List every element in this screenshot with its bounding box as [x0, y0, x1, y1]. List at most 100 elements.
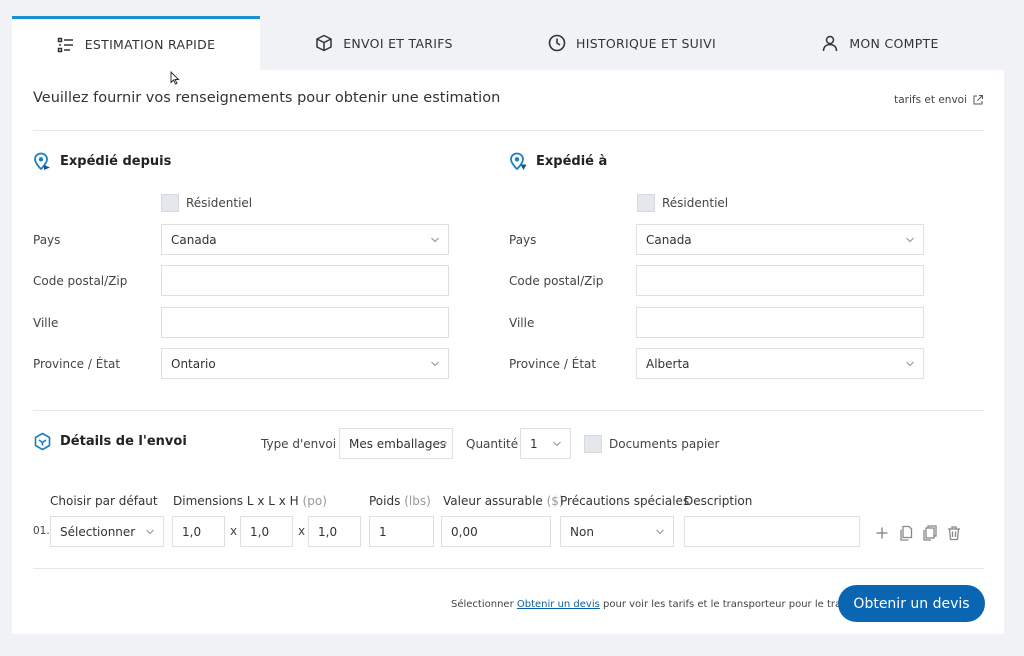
to-postal-field[interactable]: [636, 265, 924, 296]
to-residential-checkbox[interactable]: [637, 194, 655, 212]
to-city-field[interactable]: [636, 307, 924, 338]
from-country-value: Canada: [171, 232, 217, 247]
to-province-select[interactable]: Alberta: [636, 348, 924, 379]
get-quote-link[interactable]: Obtenir un devis: [517, 599, 600, 610]
default-package-value: Sélectionner: [60, 524, 136, 539]
divider: [33, 130, 984, 131]
from-city-input[interactable]: [171, 308, 448, 337]
from-title-text: Expédié depuis: [60, 154, 172, 169]
length-field[interactable]: [172, 516, 225, 547]
shipment-type-select[interactable]: Mes emballages: [339, 428, 453, 459]
length-input[interactable]: [182, 517, 224, 546]
add-icon[interactable]: [874, 525, 890, 541]
col-dimensions-header: Dimensions L x L x H (po): [173, 494, 327, 508]
package-icon: [34, 432, 51, 451]
insured-value-field[interactable]: [441, 516, 551, 547]
precautions-select[interactable]: Non: [560, 516, 674, 547]
row-index: 01.: [33, 525, 50, 537]
chevron-down-icon: [146, 529, 154, 535]
from-residential-checkbox[interactable]: [161, 194, 179, 212]
height-field[interactable]: [308, 516, 361, 547]
default-package-select[interactable]: Sélectionner: [50, 516, 164, 547]
from-section-title: Expédié depuis: [33, 152, 171, 171]
weight-input[interactable]: [379, 517, 433, 546]
divider: [33, 568, 984, 569]
location-pin-icon: [34, 152, 50, 171]
details-title-text: Détails de l'envoi: [60, 434, 187, 449]
to-country-value: Canada: [646, 232, 692, 247]
box-icon: [316, 34, 332, 52]
from-city-field[interactable]: [161, 307, 449, 338]
from-province-value: Ontario: [171, 356, 216, 371]
tab-envoi-et-tarifs[interactable]: ENVOI ET TARIFS: [260, 16, 508, 70]
chevron-down-icon: [431, 237, 439, 243]
page-title: Veuillez fournir vos renseignements pour…: [33, 90, 501, 106]
paper-documents-label: Documents papier: [609, 437, 720, 451]
quantity-value: 1: [530, 436, 538, 451]
chevron-down-icon: [656, 529, 664, 535]
trash-icon[interactable]: [946, 525, 962, 541]
chevron-down-icon: [439, 441, 447, 447]
from-country-select[interactable]: Canada: [161, 224, 449, 255]
copy-icon[interactable]: [898, 525, 914, 541]
to-province-label: Province / État: [509, 357, 597, 371]
chevron-down-icon: [553, 441, 561, 447]
tab-estimation-rapide[interactable]: ESTIMATION RAPIDE: [12, 16, 260, 70]
quantity-label: Quantité: [466, 437, 519, 451]
to-title-text: Expédié à: [536, 154, 608, 169]
list-icon: [57, 37, 73, 52]
to-country-label: Pays: [509, 233, 537, 247]
times-separator: x: [230, 524, 238, 538]
to-province-value: Alberta: [646, 356, 690, 371]
col-insured-text: Valeur assurable: [443, 494, 543, 508]
col-precautions-header: Précautions spéciales: [560, 494, 690, 508]
footer-pre-text: Sélectionner: [451, 599, 514, 610]
col-weight-header: Poids (lbs): [369, 494, 431, 508]
tab-label: HISTORIQUE ET SUIVI: [576, 35, 716, 51]
to-section-title: Expédié à: [509, 152, 607, 171]
col-dimensions-text: Dimensions L x L x H: [173, 494, 299, 508]
quantity-select[interactable]: 1: [520, 428, 571, 459]
from-province-select[interactable]: Ontario: [161, 348, 449, 379]
col-weight-unit: (lbs): [404, 494, 431, 508]
from-postal-label: Code postal/Zip: [33, 274, 128, 288]
from-postal-input[interactable]: [171, 266, 448, 295]
tarifs-link[interactable]: tarifs et envoi: [894, 94, 984, 106]
duplicate-icon[interactable]: [922, 525, 938, 541]
height-input[interactable]: [318, 517, 360, 546]
description-input[interactable]: [694, 517, 859, 546]
chevron-down-icon: [906, 237, 914, 243]
to-residential-label: Résidentiel: [662, 196, 729, 210]
weight-field[interactable]: [369, 516, 434, 547]
tab-bar: ESTIMATION RAPIDE ENVOI ET TARIFS HISTOR…: [12, 16, 1004, 70]
to-city-label: Ville: [509, 316, 535, 330]
width-field[interactable]: [240, 516, 293, 547]
user-icon: [823, 35, 838, 52]
col-dimensions-unit: (po): [302, 494, 327, 508]
from-postal-field[interactable]: [161, 265, 449, 296]
paper-documents-checkbox[interactable]: [584, 435, 602, 453]
footer-hint: Sélectionner Obtenir un devis pour voir …: [451, 599, 886, 610]
tab-label: MON COMPTE: [849, 35, 939, 51]
tab-label: ESTIMATION RAPIDE: [84, 37, 216, 52]
estimation-panel: Veuillez fournir vos renseignements pour…: [12, 70, 1004, 634]
insured-value-input[interactable]: [451, 517, 550, 546]
details-section-title: Détails de l'envoi: [33, 432, 187, 451]
to-postal-input[interactable]: [646, 266, 923, 295]
width-input[interactable]: [250, 517, 292, 546]
tab-label: ENVOI ET TARIFS: [343, 35, 453, 51]
tab-mon-compte[interactable]: MON COMPTE: [756, 16, 1004, 70]
col-insured-header: Valeur assurable ($): [443, 494, 564, 508]
get-quote-button[interactable]: Obtenir un devis: [838, 585, 985, 622]
to-country-select[interactable]: Canada: [636, 224, 924, 255]
description-field[interactable]: [684, 516, 860, 547]
from-country-label: Pays: [33, 233, 61, 247]
shipment-type-label: Type d'envoi: [261, 437, 337, 451]
from-province-label: Province / État: [33, 357, 121, 371]
col-default-header: Choisir par défaut: [50, 494, 158, 508]
col-description-header: Description: [684, 494, 753, 508]
chevron-down-icon: [906, 361, 914, 367]
tab-historique-et-suivi[interactable]: HISTORIQUE ET SUIVI: [508, 16, 756, 70]
col-weight-text: Poids: [369, 494, 401, 508]
to-city-input[interactable]: [646, 308, 923, 337]
